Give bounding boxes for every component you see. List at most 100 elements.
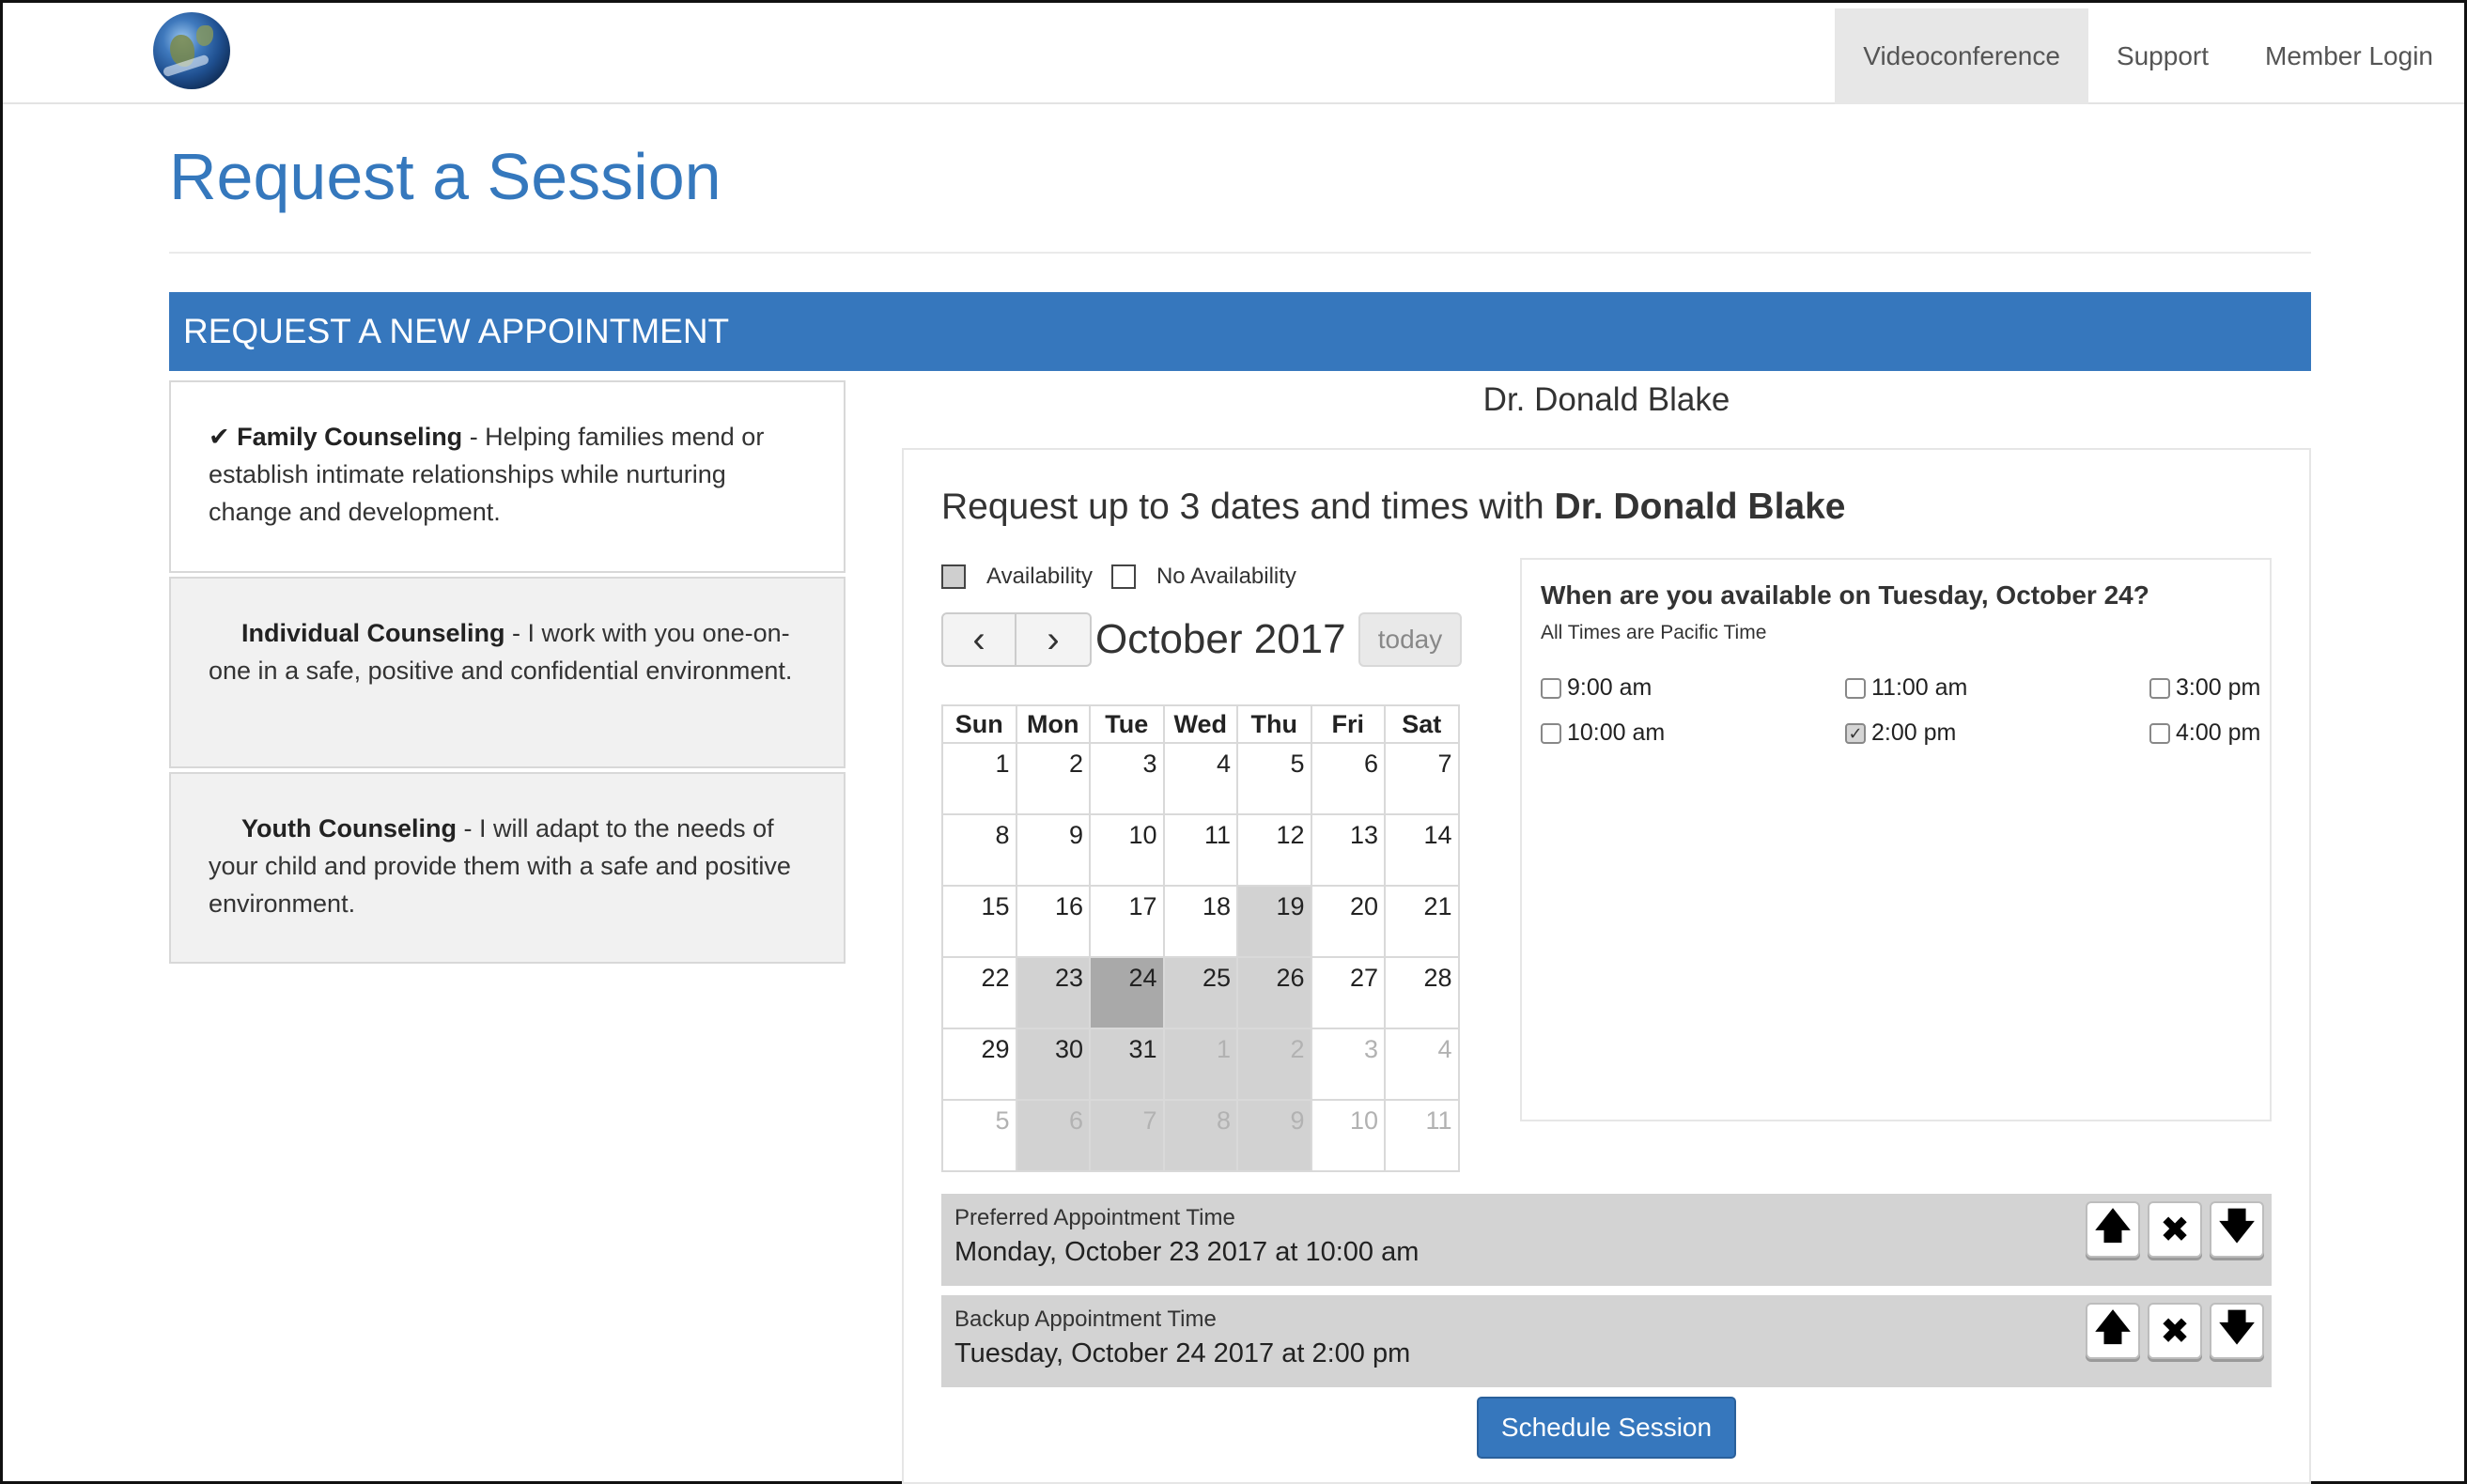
calendar-day[interactable]: 4 <box>1384 1028 1460 1101</box>
calendar-day[interactable]: 27 <box>1310 956 1386 1029</box>
prev-month-button[interactable]: ‹ <box>941 612 1016 667</box>
calendar-day[interactable]: 10 <box>1089 813 1165 887</box>
request-heading-prefix: Request up to 3 dates and times with <box>941 487 1555 527</box>
calendar-day[interactable]: 2 <box>1015 742 1091 815</box>
calendar-day[interactable]: 28 <box>1384 956 1460 1029</box>
weekday-header: Thu <box>1236 704 1312 744</box>
calendar-day[interactable]: 2 <box>1236 1028 1312 1101</box>
calendar-day[interactable]: 14 <box>1384 813 1460 887</box>
calendar-day[interactable]: 31 <box>1089 1028 1165 1101</box>
remove-button[interactable]: ✖ <box>2148 1201 2202 1258</box>
nav-member-login[interactable]: Member Login <box>2237 8 2461 104</box>
nav-videoconference[interactable]: Videoconference <box>1835 8 2088 104</box>
time-slot[interactable]: 4:00 pm <box>2149 719 2260 747</box>
today-button[interactable]: today <box>1358 612 1462 667</box>
calendar-day[interactable]: 23 <box>1015 956 1091 1029</box>
time-slot[interactable]: 11:00 am <box>1845 674 1967 702</box>
calendar-day[interactable]: 29 <box>941 1028 1017 1101</box>
checkbox-icon[interactable] <box>2149 677 2170 699</box>
checkbox-icon[interactable] <box>1541 722 1561 744</box>
service-name: Family Counseling <box>237 423 463 451</box>
month-calendar: Sun Mon Tue Wed Thu Fri Sat 1 2 3 4 5 6 7 8 9 10 11 12 13 1… <box>941 704 1460 1172</box>
calendar-day[interactable]: 3 <box>1089 742 1165 815</box>
weekday-header: Tue <box>1089 704 1165 744</box>
next-month-button[interactable]: › <box>1016 612 1092 667</box>
calendar-day[interactable]: 7 <box>1384 742 1460 815</box>
time-slot-label: 9:00 am <box>1567 674 1652 701</box>
calendar-day[interactable]: 25 <box>1162 956 1238 1029</box>
availability-question: When are you available on Tuesday, Octob… <box>1541 580 2149 610</box>
calendar-day[interactable]: 8 <box>941 813 1017 887</box>
calendar-day[interactable]: 1 <box>941 742 1017 815</box>
page-title: Request a Session <box>169 140 721 213</box>
move-up-button[interactable]: 🡅 <box>2086 1303 2140 1359</box>
calendar-day[interactable]: 1 <box>1162 1028 1238 1101</box>
calendar-day[interactable]: 10 <box>1310 1099 1386 1172</box>
remove-button[interactable]: ✖ <box>2148 1303 2202 1359</box>
calendar-legend: Availability No Availability <box>941 564 1315 590</box>
calendar-day[interactable]: 24 <box>1089 956 1165 1029</box>
calendar-day[interactable]: 18 <box>1162 885 1238 958</box>
service-name: Individual Counseling <box>241 619 505 647</box>
calendar-day[interactable]: 26 <box>1236 956 1312 1029</box>
no-availability-swatch <box>1110 564 1136 589</box>
service-individual-counseling[interactable]: Individual Counseling - I work with you … <box>169 577 846 768</box>
globe-logo-icon[interactable] <box>153 12 230 89</box>
request-heading-doctor: Dr. Donald Blake <box>1554 487 1846 527</box>
time-slot[interactable]: ✓ 2:00 pm <box>1845 719 1956 747</box>
calendar-day[interactable]: 19 <box>1236 885 1312 958</box>
checkbox-checked-icon[interactable]: ✓ <box>1845 722 1866 744</box>
calendar-day[interactable]: 11 <box>1162 813 1238 887</box>
top-navbar: Videoconference Support Member Login <box>3 3 2464 104</box>
schedule-session-button[interactable]: Schedule Session <box>1477 1397 1736 1459</box>
time-slot[interactable]: 3:00 pm <box>2149 674 2260 702</box>
move-down-button[interactable]: 🡇 <box>2210 1303 2264 1359</box>
calendar-day[interactable]: 5 <box>1236 742 1312 815</box>
calendar-day[interactable]: 7 <box>1089 1099 1165 1172</box>
chevron-left-icon: ‹ <box>972 618 985 660</box>
time-slot-label: 2:00 pm <box>1871 719 1957 746</box>
weekday-header: Fri <box>1310 704 1386 744</box>
move-down-button[interactable]: 🡇 <box>2210 1201 2264 1258</box>
calendar-month-title: October 2017 <box>1095 616 1346 662</box>
time-slot[interactable]: 10:00 am <box>1541 719 1665 747</box>
calendar-day[interactable]: 16 <box>1015 885 1091 958</box>
calendar-day[interactable]: 20 <box>1310 885 1386 958</box>
move-up-button[interactable]: 🡅 <box>2086 1201 2140 1258</box>
calendar-day[interactable]: 8 <box>1162 1099 1238 1172</box>
calendar-day[interactable]: 9 <box>1236 1099 1312 1172</box>
service-youth-counseling[interactable]: Youth Counseling - I will adapt to the n… <box>169 772 846 964</box>
calendar-day[interactable]: 21 <box>1384 885 1460 958</box>
calendar-day[interactable]: 15 <box>941 885 1017 958</box>
calendar-day[interactable]: 12 <box>1236 813 1312 887</box>
service-family-counseling[interactable]: ✔ Family Counseling - Helping families m… <box>169 380 846 573</box>
calendar-day[interactable]: 11 <box>1384 1099 1460 1172</box>
calendar-day[interactable]: 22 <box>941 956 1017 1029</box>
time-slot[interactable]: 9:00 am <box>1541 674 1652 702</box>
checkmark-icon: ✔ <box>209 423 230 451</box>
title-divider <box>169 252 2311 254</box>
appointment-label: Backup Appointment Time <box>954 1306 1217 1332</box>
calendar-day[interactable]: 13 <box>1310 813 1386 887</box>
calendar-day[interactable]: 3 <box>1310 1028 1386 1101</box>
calendar-week: 29 30 31 1 2 3 4 <box>941 1028 1460 1101</box>
checkbox-icon[interactable] <box>2149 722 2170 744</box>
arrow-down-icon: 🡇 <box>2218 1307 2256 1348</box>
calendar-week: 15 16 17 18 19 20 21 <box>941 885 1460 958</box>
close-icon: ✖ <box>2160 1311 2190 1352</box>
calendar-week: 5 6 7 8 9 10 11 <box>941 1099 1460 1172</box>
backup-appointment: Backup Appointment Time Tuesday, October… <box>941 1295 2272 1387</box>
calendar-week: 8 9 10 11 12 13 14 <box>941 813 1460 887</box>
calendar-day[interactable]: 4 <box>1162 742 1238 815</box>
calendar-day[interactable]: 6 <box>1015 1099 1091 1172</box>
nav-support[interactable]: Support <box>2088 8 2237 104</box>
calendar-day[interactable]: 6 <box>1310 742 1386 815</box>
close-icon: ✖ <box>2160 1210 2190 1250</box>
checkbox-icon[interactable] <box>1541 677 1561 699</box>
calendar-day[interactable]: 5 <box>941 1099 1017 1172</box>
nav-links: Videoconference Support Member Login <box>1835 8 2461 104</box>
calendar-day[interactable]: 9 <box>1015 813 1091 887</box>
calendar-day[interactable]: 17 <box>1089 885 1165 958</box>
calendar-day[interactable]: 30 <box>1015 1028 1091 1101</box>
checkbox-icon[interactable] <box>1845 677 1866 699</box>
